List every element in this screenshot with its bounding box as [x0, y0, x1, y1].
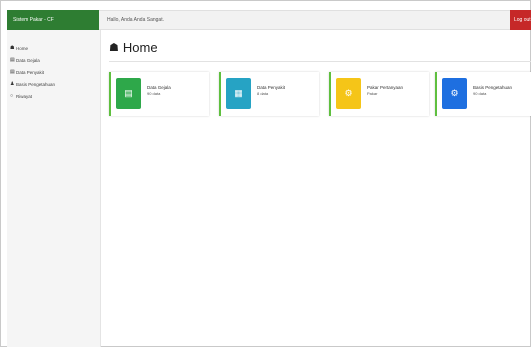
sidebar-item-label: Riwayat [16, 93, 33, 99]
sidebar-item-riwayat[interactable]: ○ Riwayat [7, 90, 100, 102]
card-value: 90 data [147, 91, 161, 96]
sidebar-item-label: Data Gejala [16, 57, 40, 63]
card-value: Pakar [367, 91, 378, 96]
card-value: 8 data [257, 91, 269, 96]
card-icon-box: ▦ [226, 78, 251, 109]
greeting-bar: Hallo, Anda Anda Sangat. [99, 10, 510, 30]
card-pakar-pertanyaan[interactable]: ⚙ Pakar Pertanyaan Pakar [329, 72, 429, 116]
cog-icon: ⚙ [450, 88, 459, 98]
sidebar-item-home[interactable]: ☗ Home [7, 42, 100, 54]
card-data-gejala[interactable]: ▤ Data Gejala 90 data [109, 72, 209, 116]
stat-cards: ▤ Data Gejala 90 data ▦ Data Penyakit 8 … [109, 72, 531, 116]
sidebar-item-label: Basis Pengetahuan [16, 81, 56, 87]
top-navbar: Sistem Pakar - CF Hallo, Anda Anda Sanga… [7, 10, 531, 30]
page-title: ☗ Home [109, 38, 531, 56]
page-title-text: Home [122, 39, 158, 55]
sidebar: ☗ Home ▤ Data Gejala ▤ Data Penyakit ♟ B… [7, 30, 101, 347]
card-icon-box: ▤ [116, 78, 141, 109]
clipboard-icon: ▦ [234, 88, 243, 98]
app-brand[interactable]: Sistem Pakar - CF [7, 10, 99, 30]
sidebar-item-label: Home [16, 45, 29, 51]
card-label: Basis Pengetahuan [473, 85, 513, 90]
sidebar-item-data-gejala[interactable]: ▤ Data Gejala [7, 54, 100, 66]
home-icon: ☗ [109, 41, 119, 54]
card-icon-box: ⚙ [442, 78, 467, 109]
card-label: Data Gejala [147, 85, 171, 90]
card-label: Data Penyakit [257, 85, 286, 90]
sidebar-item-label: Data Penyakit [16, 69, 45, 75]
card-icon-box: ⚙ [336, 78, 361, 109]
main-content: ☗ Home ▤ Data Gejala 90 data ▦ Data Peny… [109, 38, 531, 116]
card-data-penyakit[interactable]: ▦ Data Penyakit 8 data [219, 72, 319, 116]
app-window: Sistem Pakar - CF Hallo, Anda Anda Sanga… [0, 0, 531, 347]
card-basis-pengetahuan[interactable]: ⚙ Basis Pengetahuan 90 data [435, 72, 531, 116]
card-label: Pakar Pertanyaan [367, 85, 404, 90]
sidebar-item-data-penyakit[interactable]: ▤ Data Penyakit [7, 66, 100, 78]
divider [109, 61, 531, 62]
card-value: 90 data [473, 91, 487, 96]
sidebar-item-basis-pengetahuan[interactable]: ♟ Basis Pengetahuan [7, 78, 100, 90]
gear-icon: ⚙ [344, 88, 353, 98]
document-icon: ▤ [124, 88, 133, 98]
logout-button[interactable]: Log out [510, 10, 531, 30]
